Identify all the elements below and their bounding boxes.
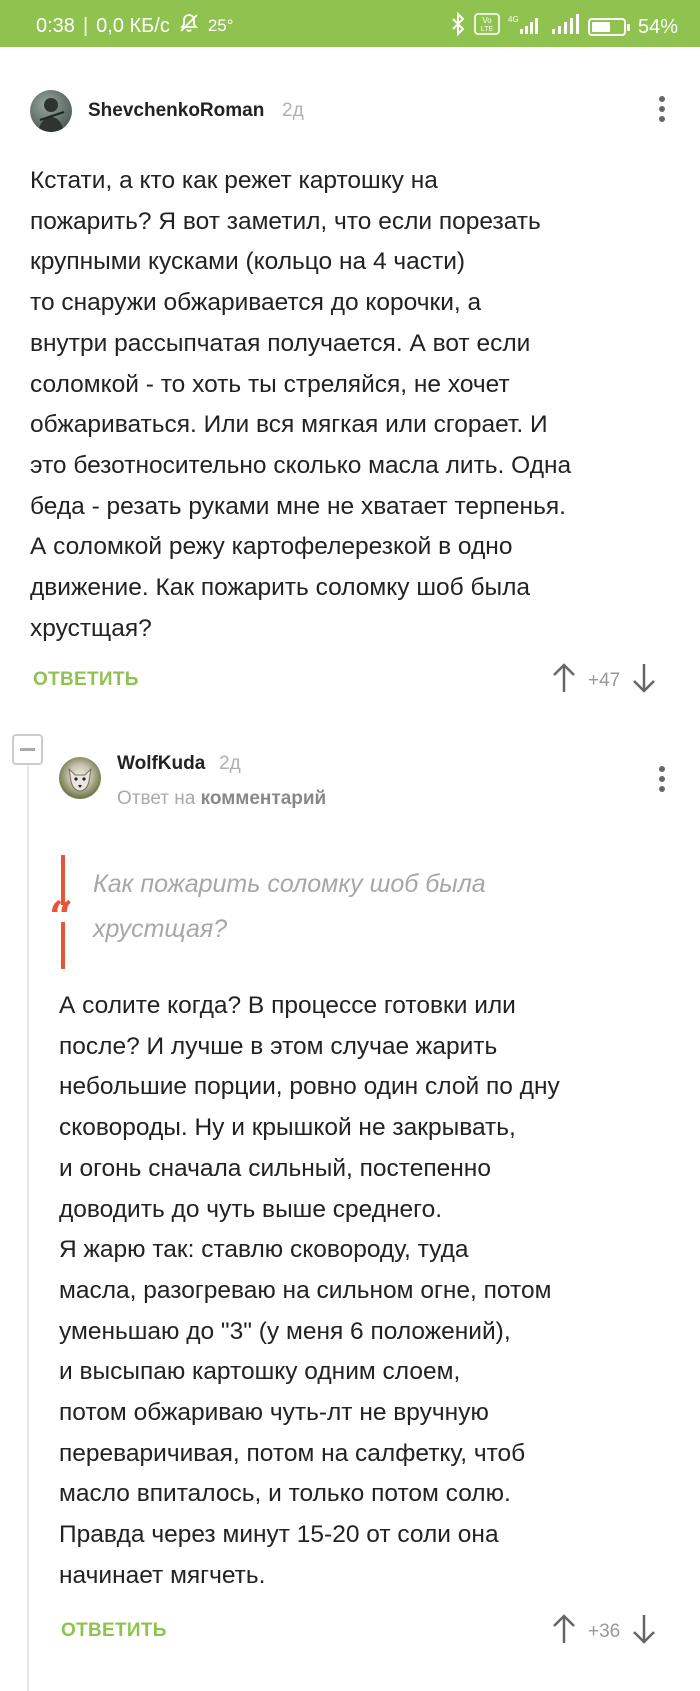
comment-age: 2д: [282, 100, 304, 121]
comment-text: Кстати, а кто как режет картошку на пожа…: [30, 167, 572, 642]
more-options-icon[interactable]: [657, 96, 667, 124]
reply-button[interactable]: ОТВЕТИТЬ: [61, 1620, 167, 1642]
comment-text: А солите когда? В процессе готовки или п…: [59, 992, 560, 1589]
svg-text:4G: 4G: [508, 15, 519, 24]
reply-button[interactable]: ОТВЕТИТЬ: [33, 669, 139, 691]
quote-mark-icon: “: [49, 892, 74, 941]
downvote-arrow-icon[interactable]: [632, 1613, 656, 1650]
username[interactable]: ShevchenkoRoman: [88, 100, 264, 122]
status-battery: 54%: [637, 15, 678, 38]
comment-age: 2д: [219, 753, 241, 774]
vote-controls: +36: [552, 1613, 656, 1650]
status-time: 0:38: [36, 14, 75, 37]
status-temp: 25°: [207, 16, 234, 35]
signal-4g-icon: 4G: [508, 13, 542, 41]
svg-text:Vo: Vo: [482, 16, 492, 25]
signal-icon: [550, 13, 580, 41]
upvote-arrow-icon[interactable]: [552, 1613, 576, 1650]
thread-line: [27, 760, 29, 1691]
comment2-avatar-wrap: [59, 757, 101, 799]
upvote-arrow-icon[interactable]: [552, 662, 576, 699]
status-bar: 0:38 | 0,0 КБ/с 25° Vo LTE 4G 54%: [0, 0, 700, 47]
comment-score: +47: [588, 669, 621, 691]
collapse-thread-button[interactable]: [12, 734, 43, 765]
volte-icon: Vo LTE: [474, 13, 500, 41]
bell-off-icon: [178, 12, 200, 40]
avatar[interactable]: [30, 90, 72, 132]
username[interactable]: WolfKuda: [117, 753, 205, 775]
reply-to-prefix: Ответ на: [117, 788, 196, 809]
status-separator: |: [82, 14, 89, 37]
quoted-text: Как пожарить соломку шоб была хрустщая?: [93, 870, 486, 943]
bluetooth-icon: [450, 11, 466, 42]
reply-to-label: Ответ на комментарий: [117, 788, 326, 810]
vote-controls: +47: [552, 662, 656, 699]
status-speed: 0,0 КБ/с: [96, 14, 170, 37]
avatar[interactable]: [59, 757, 101, 799]
comment-header: ShevchenkoRoman 2д: [30, 90, 680, 132]
reply-to-link[interactable]: комментарий: [201, 788, 327, 809]
battery-icon: [587, 18, 630, 36]
comment-score: +36: [588, 1620, 621, 1642]
more-options-icon[interactable]: [657, 766, 667, 794]
svg-text:LTE: LTE: [481, 26, 494, 33]
downvote-arrow-icon[interactable]: [632, 662, 656, 699]
